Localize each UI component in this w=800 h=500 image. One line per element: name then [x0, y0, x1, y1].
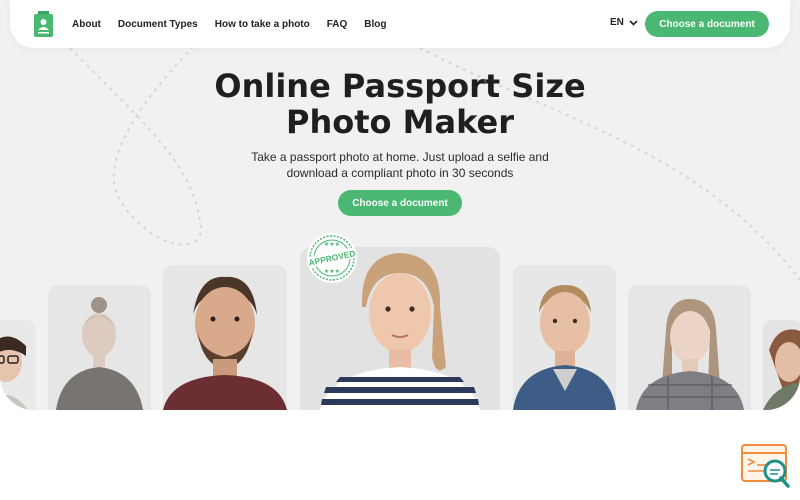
title-line-1: Online Passport Size [214, 67, 586, 105]
nav-links: About Document Types How to take a photo… [72, 0, 404, 48]
svg-text:★★★: ★★★ [324, 268, 340, 275]
approved-badge-icon: ★★★ ★★★ APPROVED [307, 233, 357, 283]
nav-link-how-to-take-photo[interactable]: How to take a photo [215, 19, 310, 30]
sample-photo-woman-plaid [628, 285, 751, 410]
hero-section: About Document Types How to take a photo… [0, 0, 800, 410]
language-label: EN [610, 17, 624, 28]
top-navigation-bar: About Document Types How to take a photo… [10, 0, 790, 48]
nav-link-document-types[interactable]: Document Types [118, 19, 198, 30]
passport-photo-logo-icon[interactable] [34, 11, 53, 37]
nav-link-faq[interactable]: FAQ [327, 19, 348, 30]
nav-link-blog[interactable]: Blog [364, 19, 386, 30]
nav-choose-document-button[interactable]: Choose a document [645, 11, 769, 37]
sample-photo-young-man [513, 265, 616, 410]
search-document-icon[interactable] [740, 443, 792, 489]
language-selector[interactable]: EN [610, 17, 638, 28]
title-line-2: Photo Maker [286, 103, 514, 141]
sample-photo-woman-glasses [0, 320, 36, 410]
sample-photo-bearded-man [163, 265, 287, 410]
nav-link-about[interactable]: About [72, 19, 101, 30]
chevron-down-icon [629, 19, 638, 26]
subtitle-line-1: Take a passport photo at home. Just uplo… [251, 150, 549, 164]
page-title: Online Passport Size Photo Maker [150, 68, 650, 140]
svg-text:★★★: ★★★ [324, 241, 340, 248]
sample-photo-woman-bun [48, 285, 151, 410]
hero-choose-document-button[interactable]: Choose a document [338, 190, 462, 216]
page-subtitle: Take a passport photo at home. Just uplo… [220, 149, 580, 181]
subtitle-line-2: download a compliant photo in 30 seconds [286, 166, 514, 180]
sample-photo-woman-cropped-right [763, 320, 800, 410]
